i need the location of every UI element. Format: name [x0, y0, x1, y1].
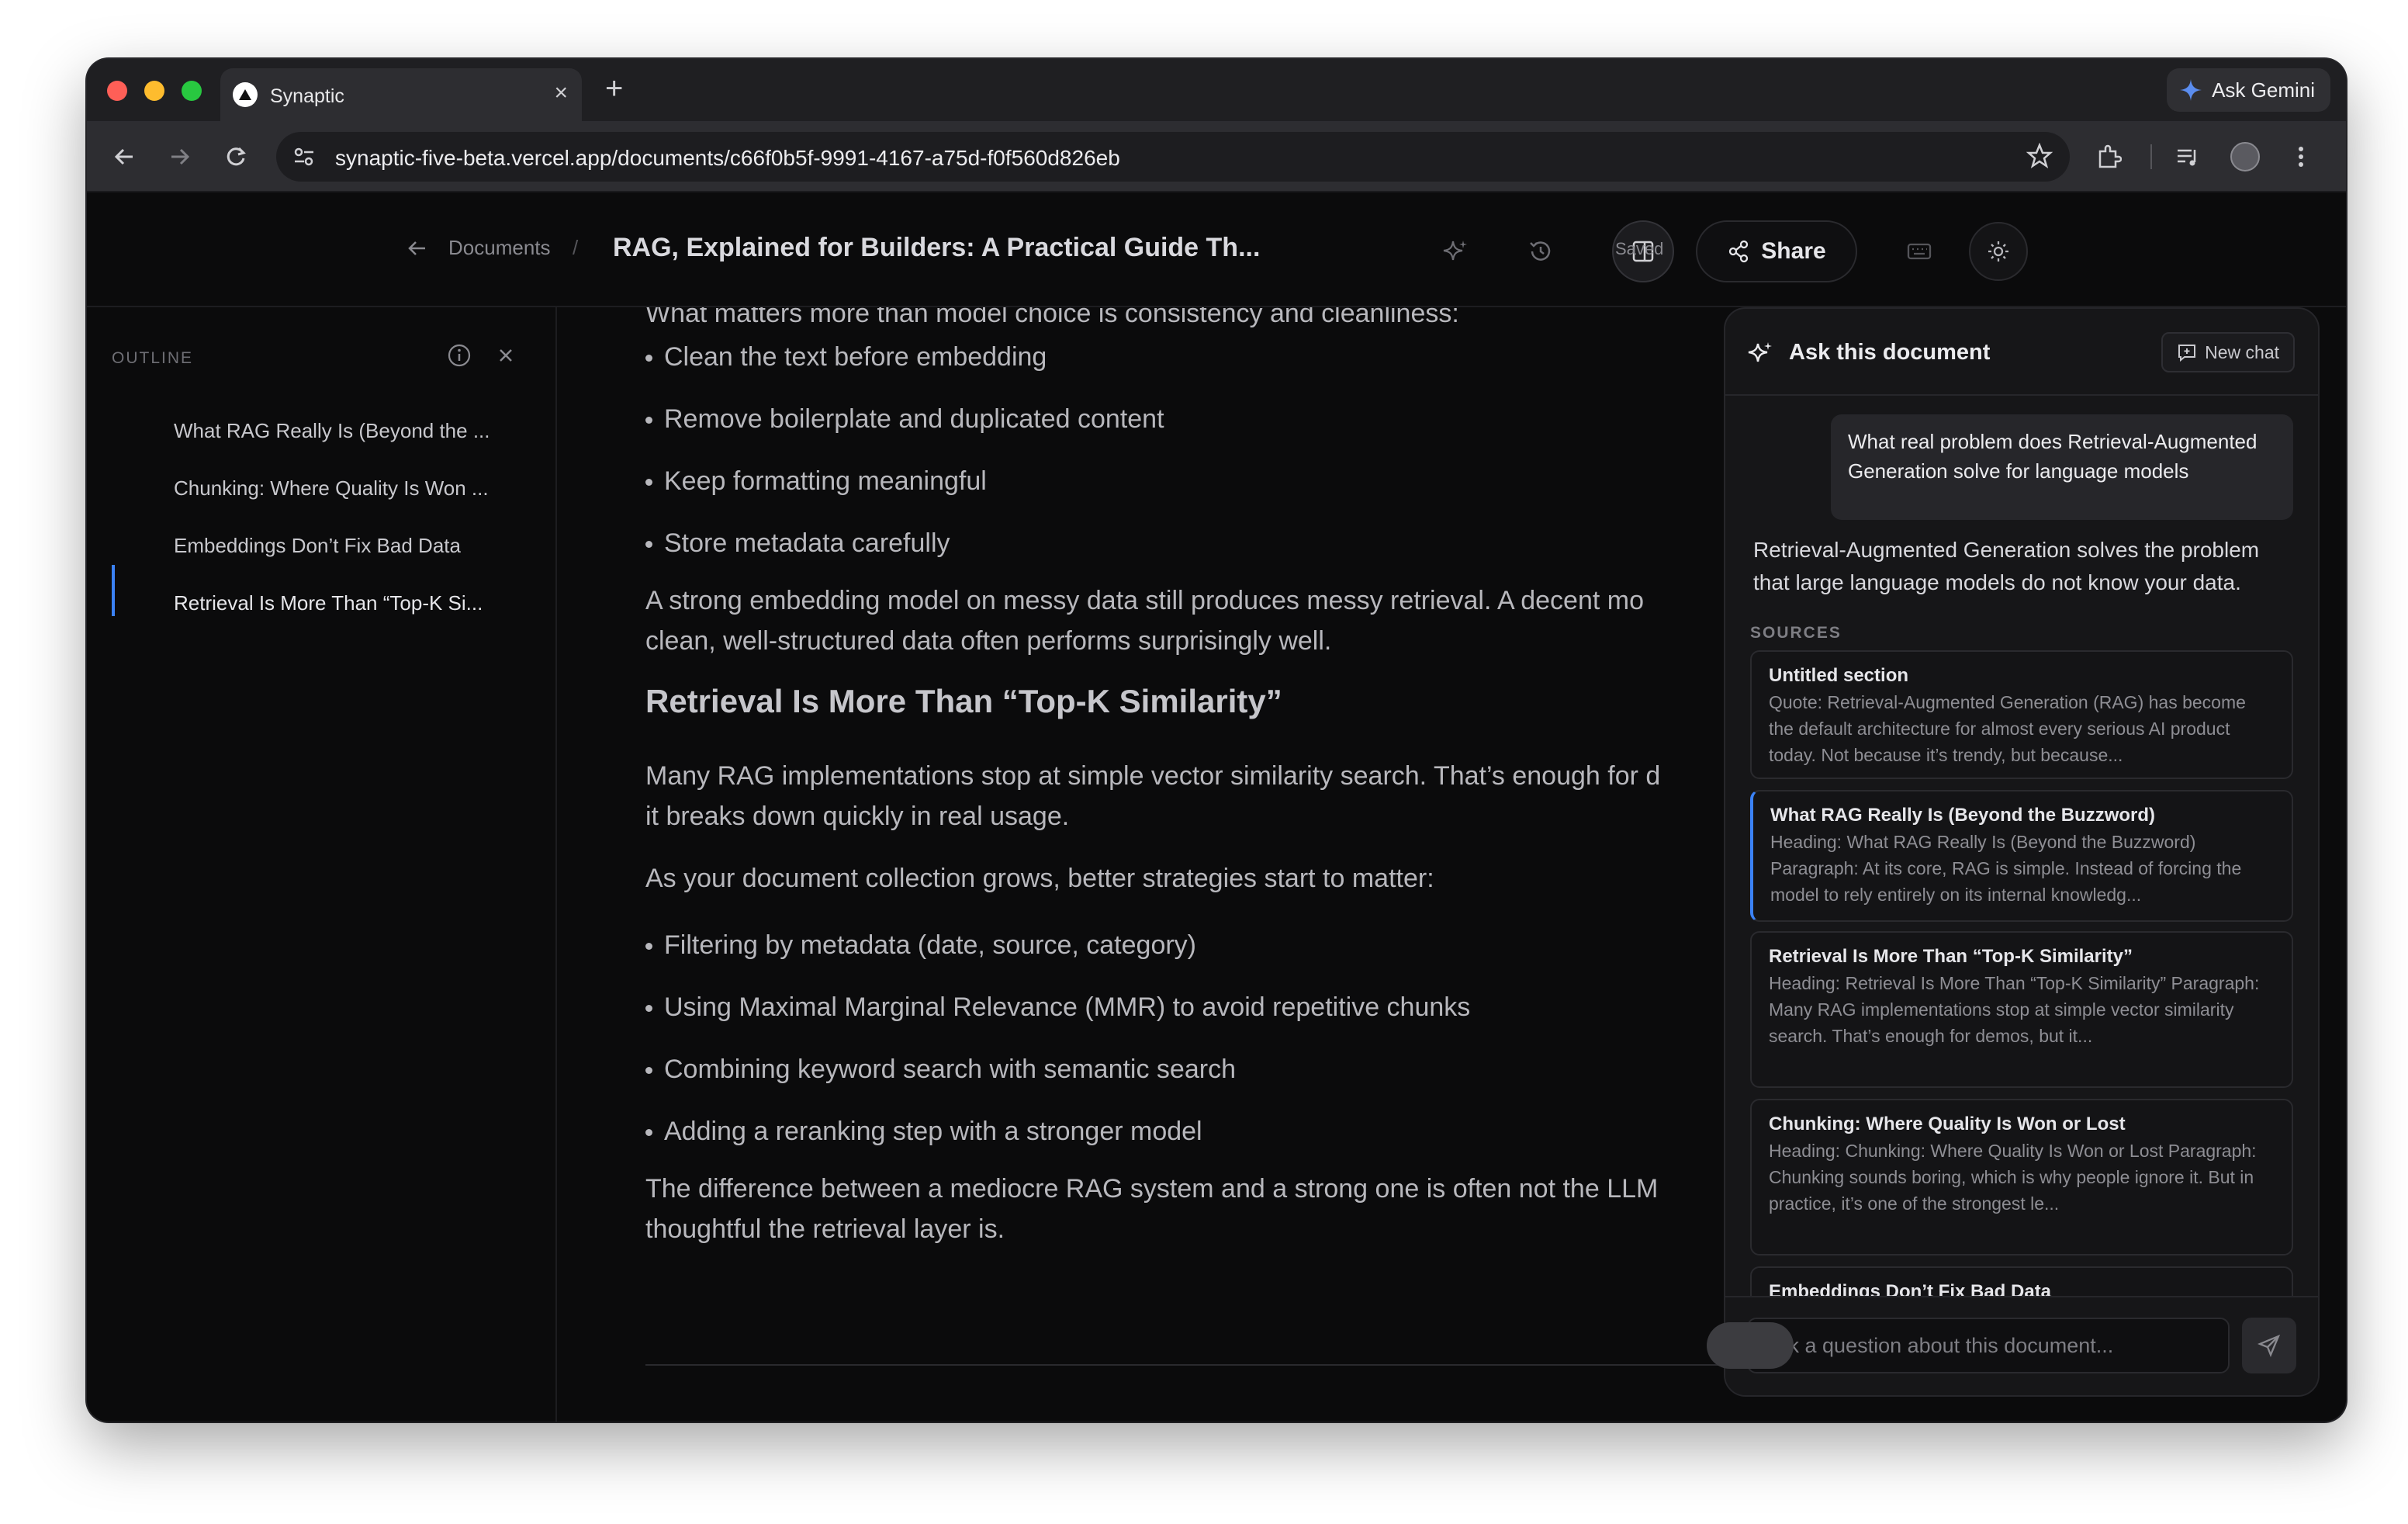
breadcrumb-documents-link[interactable]: Documents	[448, 236, 551, 260]
breadcrumb-separator: /	[573, 236, 579, 259]
paragraph: The difference between a mediocre RAG sy…	[645, 1174, 1659, 1204]
info-icon[interactable]	[447, 343, 472, 368]
source-card[interactable]: Retrieval Is More Than “Top-K Similarity…	[1750, 931, 2293, 1088]
source-snippet: Heading: Retrieval Is More Than “Top-K S…	[1769, 973, 2260, 1046]
browser-menu-icon[interactable]	[2284, 140, 2318, 174]
paragraph: What matters more than model choice is c…	[645, 307, 1459, 328]
send-icon	[2258, 1334, 2281, 1357]
list-item: Adding a reranking step with a stronger …	[645, 1114, 1202, 1148]
synaptic-logo-icon	[233, 82, 258, 107]
ask-gemini-label: Ask Gemini	[2212, 78, 2315, 102]
address-bar-row: synaptic-five-beta.vercel.app/documents/…	[87, 121, 2346, 192]
media-controls-icon[interactable]	[2171, 140, 2205, 174]
list-item: Remove boilerplate and duplicated conten…	[645, 402, 1164, 436]
extensions-icon[interactable]	[2091, 140, 2126, 174]
floating-widget[interactable]	[1707, 1322, 1794, 1369]
paragraph: Many RAG implementations stop at simple …	[645, 761, 1661, 791]
outline-sidebar: OUTLINE What RAG Really Is (Beyond the .…	[87, 307, 557, 1422]
saved-status: Saved	[1615, 239, 1664, 258]
reload-icon[interactable]	[219, 140, 253, 174]
toolbar-divider	[2150, 144, 2152, 169]
source-snippet: Quote: Retrieval-Augmented Generation (R…	[1769, 692, 2246, 765]
ask-gemini-button[interactable]: Ask Gemini	[2167, 68, 2330, 112]
horizontal-rule	[645, 1364, 1800, 1366]
share-button[interactable]: Share	[1696, 220, 1857, 282]
list-item: Clean the text before embedding	[645, 340, 1047, 374]
site-settings-icon[interactable]	[292, 144, 317, 169]
ask-panel-title: Ask this document	[1789, 340, 1991, 365]
maximize-window-button[interactable]	[182, 81, 202, 101]
user-message: What real problem does Retrieval-Augment…	[1831, 414, 2293, 520]
sources-heading: SOURCES	[1750, 624, 1842, 642]
paragraph: it breaks down quickly in real usage.	[645, 802, 1070, 831]
source-snippet: Heading: Chunking: Where Quality Is Won …	[1769, 1141, 2257, 1214]
document-title[interactable]: RAG, Explained for Builders: A Practical…	[613, 233, 1260, 263]
ask-document-panel: Ask this document New chat What real pro…	[1724, 307, 2320, 1397]
ai-sparkle-icon	[1748, 342, 1772, 362]
document-header: Documents / RAG, Explained for Builders:…	[87, 192, 2346, 307]
paragraph: clean, well-structured data often perfor…	[645, 626, 1332, 656]
source-snippet: Heading: What RAG Really Is (Beyond the …	[1770, 832, 2242, 905]
new-tab-button[interactable]: +	[605, 73, 623, 104]
sun-icon	[1988, 241, 2008, 262]
forward-icon[interactable]	[163, 140, 197, 174]
outline-heading: OUTLINE	[112, 349, 194, 367]
browser-window: Synaptic × + Ask Gemini synaptic-five-be…	[87, 59, 2346, 1422]
back-icon[interactable]	[107, 140, 141, 174]
list-item: Combining keyword search with semantic s…	[645, 1052, 1236, 1086]
theme-toggle-button[interactable]	[1969, 222, 2028, 281]
tab-bar: Synaptic × + Ask Gemini	[87, 59, 2346, 121]
tab-close-icon[interactable]: ×	[554, 81, 568, 106]
source-card[interactable]: Untitled section Quote: Retrieval-Augmen…	[1750, 650, 2293, 779]
list-item: Keep formatting meaningful	[645, 464, 987, 498]
source-card[interactable]: Chunking: Where Quality Is Won or Lost H…	[1750, 1099, 2293, 1256]
outline-active-indicator	[112, 565, 115, 616]
ask-question-input[interactable]	[1747, 1318, 2230, 1373]
assistant-answer: Retrieval-Augmented Generation solves th…	[1753, 538, 2260, 594]
tab-title: Synaptic	[270, 85, 344, 107]
document-editor[interactable]: What matters more than model choice is c…	[559, 307, 1800, 1422]
send-button[interactable]	[2242, 1318, 2296, 1373]
ai-sparkle-icon[interactable]	[1438, 234, 1472, 268]
arrow-left-icon[interactable]	[407, 237, 428, 259]
list-item: Filtering by metadata (date, source, cat…	[645, 928, 1196, 962]
close-window-button[interactable]	[107, 81, 127, 101]
minimize-window-button[interactable]	[144, 81, 164, 101]
source-title: What RAG Really Is (Beyond the Buzzword)	[1770, 805, 2156, 826]
paragraph: thoughtful the retrieval layer is.	[645, 1214, 1005, 1244]
keyboard-icon[interactable]	[1902, 234, 1936, 268]
share-label: Share	[1761, 238, 1826, 264]
outline-item[interactable]: Chunking: Where Quality Is Won ...	[174, 476, 489, 500]
source-title: Retrieval Is More Than “Top-K Similarity…	[1769, 946, 2133, 967]
list-item: Store metadata carefully	[645, 526, 950, 560]
outline-item-active[interactable]: Retrieval Is More Than “Top-K Si...	[174, 591, 483, 615]
section-heading: Retrieval Is More Than “Top-K Similarity…	[645, 683, 1282, 719]
paragraph: As your document collection grows, bette…	[645, 864, 1434, 893]
ask-panel-header: Ask this document New chat	[1725, 309, 2318, 396]
browser-tab[interactable]: Synaptic ×	[220, 68, 582, 121]
bookmark-star-icon[interactable]	[2026, 143, 2053, 169]
source-title: Untitled section	[1769, 665, 1909, 686]
new-chat-icon	[2178, 345, 2196, 362]
outline-item[interactable]: What RAG Really Is (Beyond the ...	[174, 419, 490, 443]
new-chat-button[interactable]: New chat	[2161, 332, 2295, 372]
url-text: synaptic-five-beta.vercel.app/documents/…	[335, 146, 1120, 170]
new-chat-label: New chat	[2205, 341, 2279, 362]
share-icon	[1729, 240, 1749, 263]
profile-avatar-icon[interactable]	[2228, 140, 2262, 174]
history-icon[interactable]	[1524, 234, 1558, 268]
paragraph: A strong embedding model on messy data s…	[645, 586, 1644, 615]
outline-item[interactable]: Embeddings Don’t Fix Bad Data	[174, 534, 461, 558]
ask-input-area	[1725, 1296, 2318, 1395]
source-title: Chunking: Where Quality Is Won or Lost	[1769, 1114, 2126, 1134]
list-item: Using Maximal Marginal Relevance (MMR) t…	[645, 990, 1470, 1024]
source-card-active[interactable]: What RAG Really Is (Beyond the Buzzword)…	[1750, 790, 2293, 922]
url-bar[interactable]: synaptic-five-beta.vercel.app/documents/…	[276, 132, 2070, 182]
gemini-sparkle-icon	[2180, 79, 2202, 101]
close-icon[interactable]	[493, 343, 518, 368]
